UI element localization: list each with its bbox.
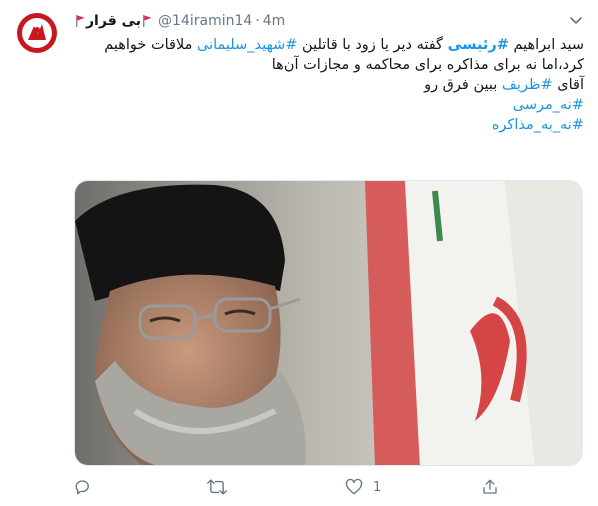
tweet-line-4: #نه_مرسی (74, 95, 584, 115)
hashtag-zarif[interactable]: #ظریف (502, 77, 553, 93)
hashtag-raisi[interactable]: #رئیسی (448, 37, 509, 53)
like-button[interactable]: 1 (345, 478, 381, 496)
tweet-text: سید ابراهیم #رئیسی گفته دیر یا زود با قا… (74, 35, 584, 135)
heart-icon (345, 478, 363, 495)
profile-logo-icon (17, 13, 57, 53)
tweet[interactable]: بی قرار @14iramin14 · 4m سید ابراهیم #رئ… (0, 0, 598, 506)
timestamp[interactable]: 4m (263, 13, 286, 29)
tweet-header: بی قرار @14iramin14 · 4m (74, 11, 285, 31)
tweet-line-1: سید ابراهیم #رئیسی گفته دیر یا زود با قا… (104, 37, 584, 53)
tweet-photo[interactable] (74, 180, 583, 466)
reply-icon (75, 480, 89, 495)
display-name[interactable]: بی قرار (86, 13, 141, 29)
chevron-down-icon[interactable] (568, 12, 584, 28)
retweet-button[interactable] (207, 478, 227, 496)
share-icon (483, 479, 497, 494)
tweet-line-5: #نه_به_مذاکره (74, 115, 584, 135)
share-button[interactable] (481, 478, 499, 496)
reply-button[interactable] (74, 478, 92, 496)
hashtag-soleimani[interactable]: #شهید_سلیمانی (197, 37, 297, 53)
user-handle[interactable]: @14iramin14 (158, 13, 252, 29)
red-flag-icon (143, 15, 152, 27)
tweet-line-2: کرد،اما نه برای مذاکره برای محاکمه و مجا… (271, 57, 584, 73)
hashtag-na-mersi[interactable]: #نه_مرسی (513, 97, 584, 113)
red-flag-icon (76, 15, 85, 27)
like-count: 1 (373, 479, 382, 495)
retweet-icon (207, 479, 227, 495)
tweet-line-3: آقای #ظریف ببین فرق رو (424, 77, 584, 93)
tweet-actions: 1 (74, 478, 584, 498)
hashtag-na-be-mozakere[interactable]: #نه_به_مذاکره (492, 117, 584, 133)
separator-dot: · (255, 13, 260, 29)
avatar[interactable] (16, 12, 58, 54)
